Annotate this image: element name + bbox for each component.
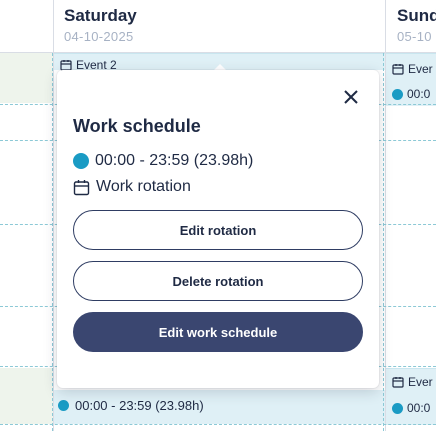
shift-time: 00:0 <box>407 87 431 101</box>
schedule-time: 00:00 - 23:59 (23.98h) <box>73 152 253 170</box>
day-date: 05-10 <box>397 29 432 44</box>
shift-dot <box>73 153 89 169</box>
event-title: Ever <box>408 62 433 76</box>
event-label[interactable]: Ever <box>392 62 433 76</box>
header-divider <box>0 52 436 53</box>
close-icon <box>344 90 358 104</box>
grid-line <box>0 424 436 425</box>
delete-rotation-button[interactable]: Delete rotation <box>73 261 363 301</box>
day-date: 04-10-2025 <box>64 29 134 44</box>
event-title: Ever <box>408 375 433 389</box>
schedule-rotation: Work rotation <box>73 178 191 196</box>
close-button[interactable] <box>341 87 361 107</box>
shift-entry[interactable]: 00:00 - 23:59 (23.98h) <box>58 398 204 413</box>
rotation-name: Work rotation <box>96 178 191 195</box>
shift-dot <box>58 400 69 411</box>
day-cell-highlight <box>0 53 53 103</box>
popover-title: Work schedule <box>73 116 201 136</box>
shift-dot <box>392 402 403 414</box>
calendar-icon <box>392 64 404 75</box>
day-cell-highlight <box>0 368 53 424</box>
grid-line <box>383 53 384 431</box>
shift-label[interactable]: 00:0 <box>392 401 430 415</box>
shift-time: 00:0 <box>407 401 431 415</box>
event-label[interactable]: Ever <box>392 375 433 389</box>
calendar-icon <box>392 377 404 388</box>
shift-time: 00:00 - 23:59 (23.98h) <box>75 398 204 413</box>
edit-work-schedule-button[interactable]: Edit work schedule <box>73 312 363 352</box>
shift-label[interactable]: 00:0 <box>392 87 430 101</box>
edit-rotation-button[interactable]: Edit rotation <box>73 210 363 250</box>
day-name: Saturday <box>64 6 137 25</box>
day-name: Sund <box>397 6 436 25</box>
grid-line <box>52 53 53 431</box>
calendar-icon <box>73 179 90 195</box>
schedule-time-text: 00:00 - 23:59 (23.98h) <box>95 152 254 169</box>
shift-dot <box>392 88 403 100</box>
work-schedule-popover: Work schedule 00:00 - 23:59 (23.98h) Wor… <box>57 70 379 388</box>
